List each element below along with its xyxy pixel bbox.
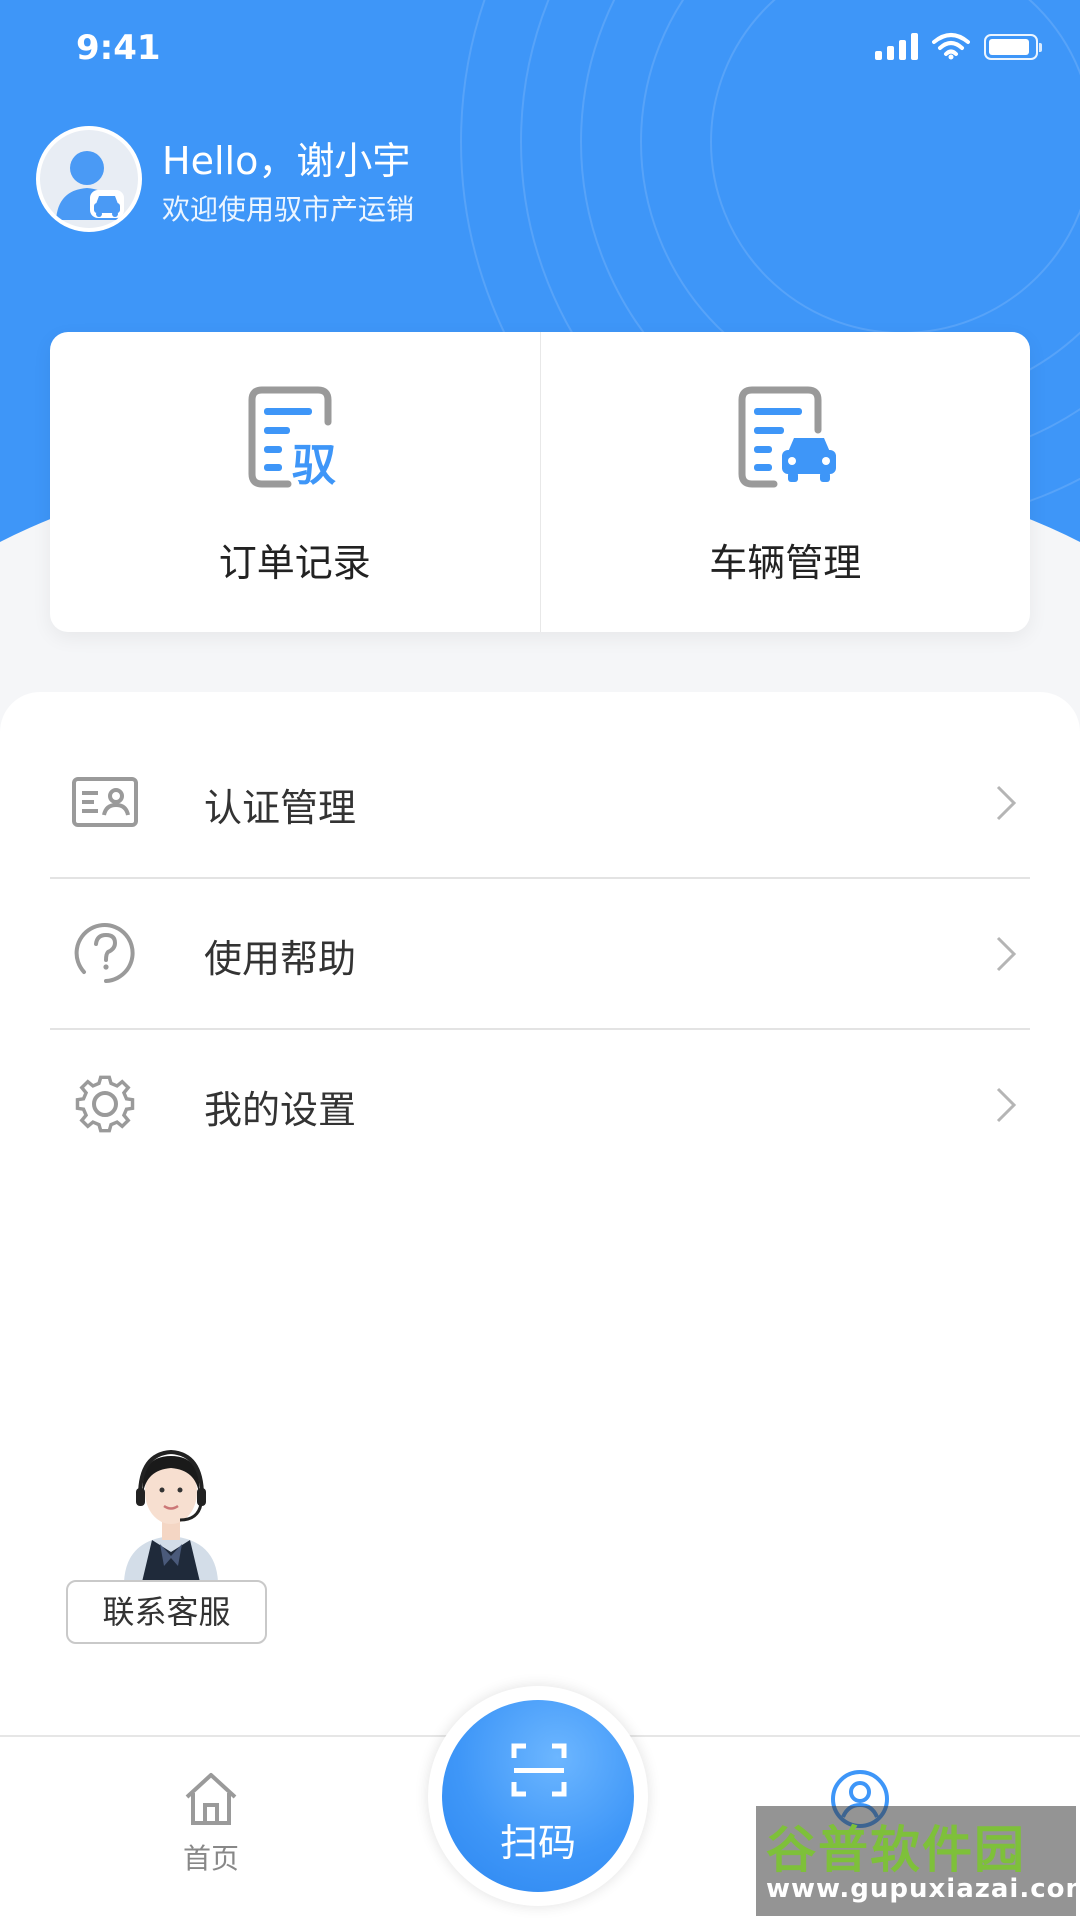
nav-home[interactable]: 首页 bbox=[141, 1767, 281, 1877]
menu-label: 认证管理 bbox=[204, 786, 357, 830]
welcome-subtitle: 欢迎使用驭市产运销 bbox=[162, 193, 415, 226]
greeting-text: Hello，谢小宇 bbox=[162, 139, 411, 183]
menu-label: 使用帮助 bbox=[204, 937, 357, 981]
quick-actions-card: 驭 订单记录 车辆管理 bbox=[50, 332, 1030, 632]
menu-item-help[interactable]: 使用帮助 bbox=[50, 878, 1030, 1030]
scan-button-ring: 扫码 bbox=[428, 1686, 648, 1906]
order-record-label: 订单记录 bbox=[218, 541, 371, 585]
gear-icon bbox=[75, 1075, 135, 1133]
customer-service-widget[interactable]: 联系客服 bbox=[66, 1440, 271, 1650]
avatar[interactable] bbox=[36, 126, 142, 232]
menu-label: 我的设置 bbox=[204, 1088, 357, 1132]
menu-item-certification[interactable]: 认证管理 bbox=[50, 727, 1030, 879]
chevron-right-icon bbox=[996, 785, 1017, 821]
chevron-right-icon bbox=[996, 936, 1017, 972]
nav-home-label: 首页 bbox=[182, 1842, 239, 1875]
vehicle-management-button[interactable]: 车辆管理 bbox=[539, 332, 1031, 632]
contact-service-button[interactable]: 联系客服 bbox=[66, 1580, 267, 1644]
menu-item-settings[interactable]: 我的设置 bbox=[50, 1029, 1030, 1179]
scan-label: 扫码 bbox=[499, 1821, 576, 1865]
scan-button[interactable]: 扫码 bbox=[442, 1700, 634, 1892]
home-icon bbox=[185, 1773, 237, 1825]
order-record-button[interactable]: 驭 订单记录 bbox=[50, 332, 540, 632]
status-bar: 9:41 bbox=[0, 0, 1080, 100]
vehicle-management-icon bbox=[738, 386, 837, 488]
help-icon bbox=[74, 923, 135, 983]
watermark-url: www.gupuxiazai.com bbox=[766, 1874, 1080, 1904]
scan-icon bbox=[511, 1743, 567, 1797]
user-avatar-icon bbox=[56, 151, 124, 220]
vehicle-management-label: 车辆管理 bbox=[709, 541, 862, 585]
id-card-icon bbox=[72, 777, 138, 827]
order-record-icon: 驭 bbox=[248, 386, 336, 491]
wifi-icon bbox=[932, 33, 970, 60]
svg-text:驭: 驭 bbox=[292, 440, 336, 491]
customer-service-agent-icon bbox=[124, 1449, 218, 1582]
status-time: 9:41 bbox=[76, 28, 161, 68]
signal-icon bbox=[875, 32, 918, 60]
watermark: 谷普软件园 www.gupuxiazai.com bbox=[756, 1806, 1080, 1916]
chevron-right-icon bbox=[996, 1087, 1017, 1123]
battery-icon bbox=[984, 34, 1042, 60]
watermark-title: 谷普软件园 bbox=[766, 1821, 1026, 1879]
